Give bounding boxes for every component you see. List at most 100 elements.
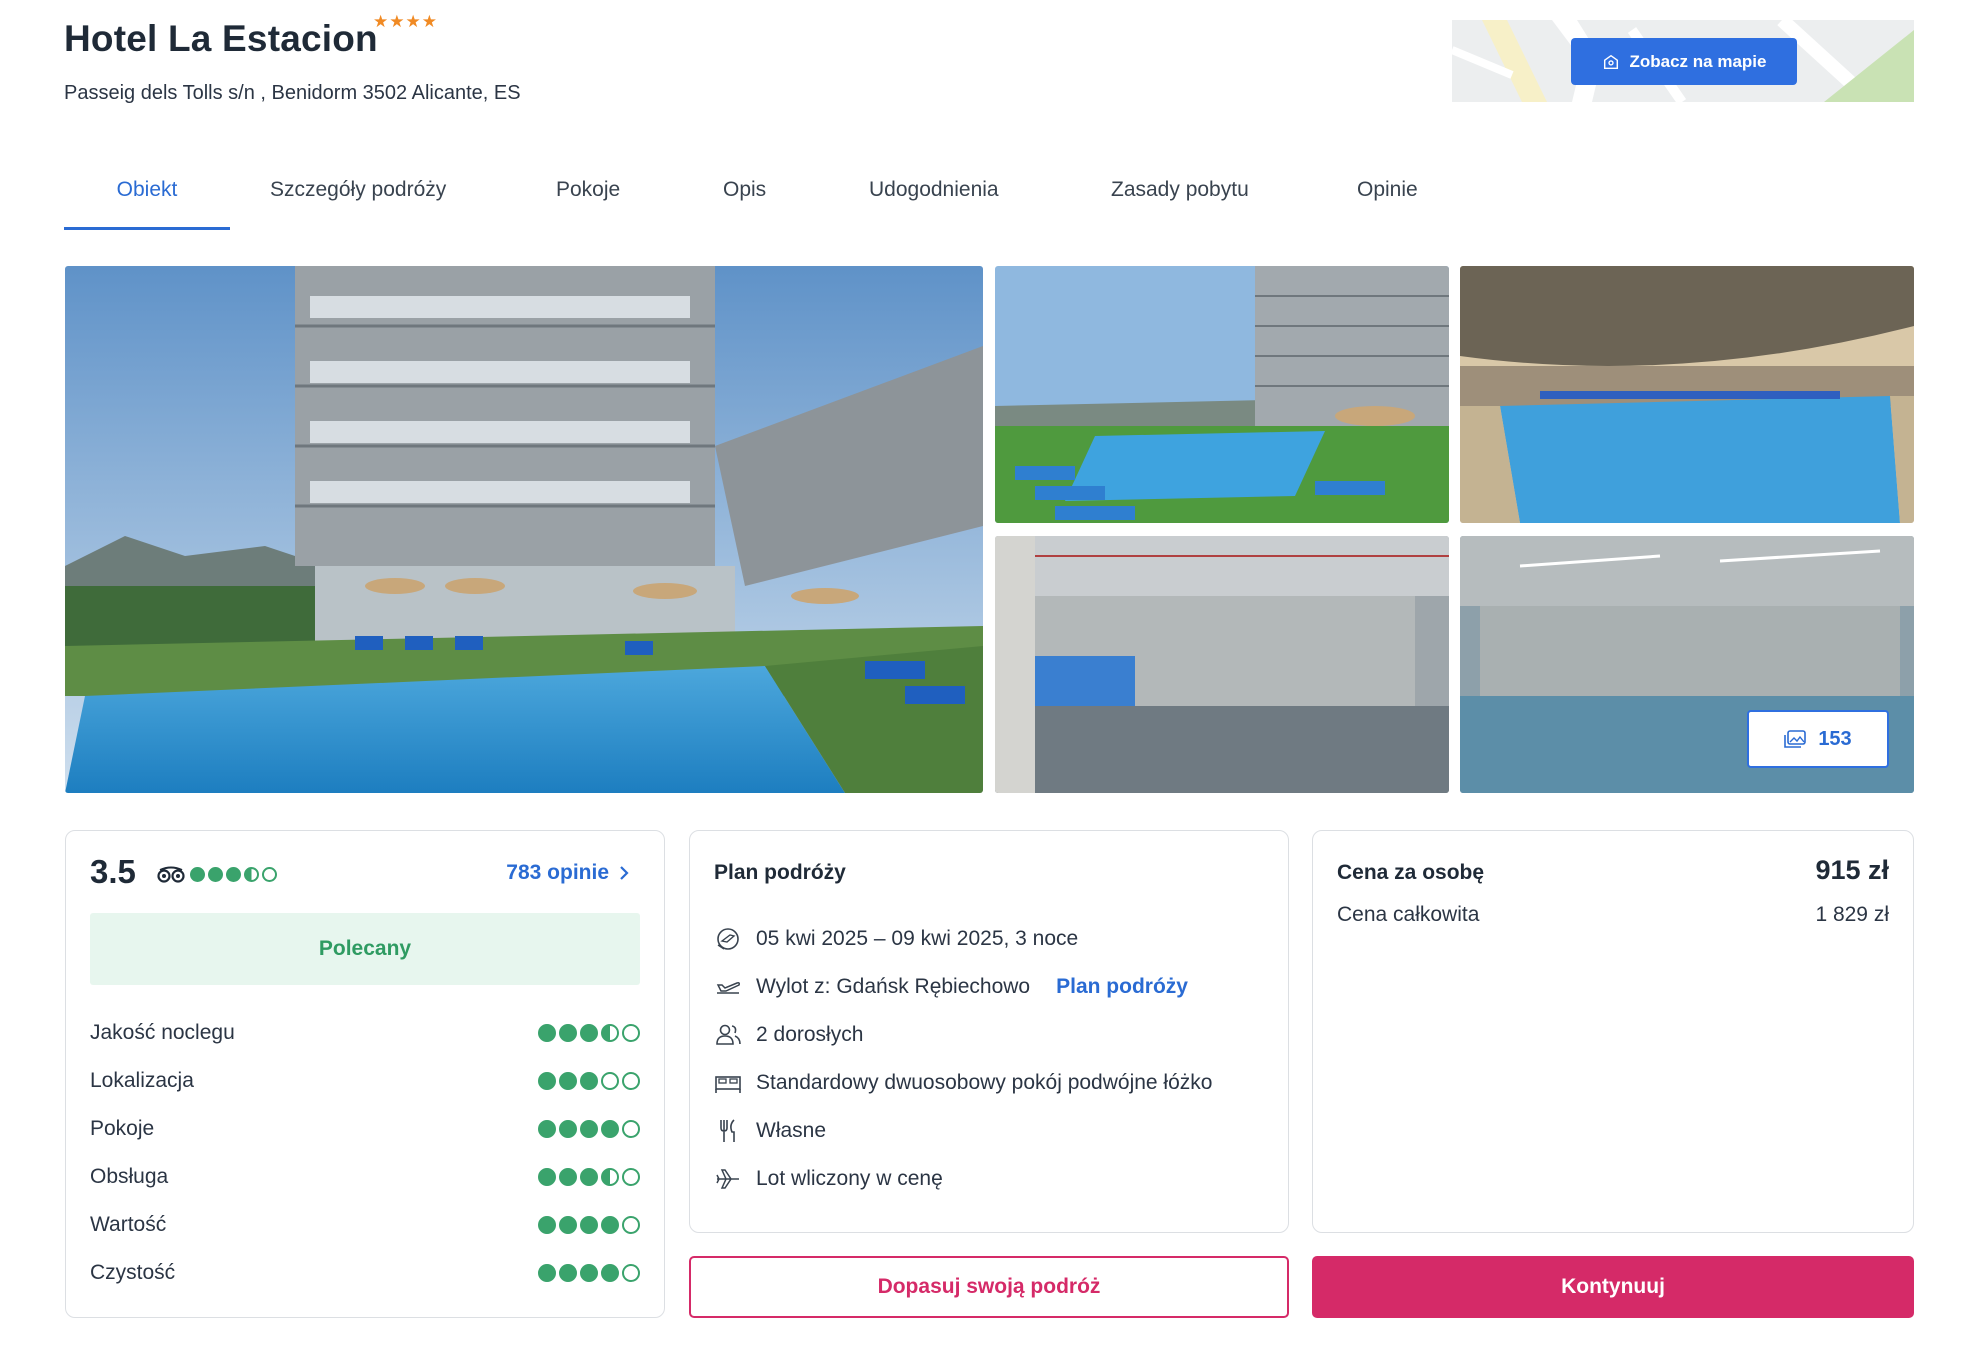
rating-bubble: [262, 867, 277, 882]
rating-row-label: Pokoje: [90, 1117, 155, 1140]
rating-row: Jakość noclegu: [90, 1009, 640, 1057]
tab-udogodnienia[interactable]: Udogodnienia: [869, 160, 1014, 230]
trip-departure: Wylot z: Gdańsk Rębiechowo Plan podróży: [714, 963, 1212, 1011]
rating-bubble: [622, 1072, 640, 1090]
rating-row: Obsługa: [90, 1153, 640, 1201]
price-per-person: 915 zł: [1815, 855, 1889, 885]
tab-zasady-pobytu[interactable]: Zasady pobytu: [1111, 160, 1261, 230]
rating-bubble: [580, 1264, 598, 1282]
hotel-address: Passeig dels Tolls s/n , Benidorm 3502 A…: [64, 82, 521, 104]
rating-row-label: Wartość: [90, 1213, 167, 1236]
photo-count: 153: [1818, 727, 1852, 750]
rating-bubble: [601, 1264, 619, 1282]
calendar-plane-icon: [717, 928, 739, 950]
tab-obiekt[interactable]: Obiekt: [64, 160, 230, 230]
tripadvisor-icon: [157, 866, 185, 883]
tab-opinie[interactable]: Opinie: [1357, 160, 1427, 230]
trip-dates: 05 kwi 2025 – 09 kwi 2025, 3 noce: [714, 915, 1212, 963]
price-total-label: Cena całkowita: [1337, 903, 1480, 926]
map-pin-icon: [1603, 54, 1618, 69]
gallery-photo-garage-1[interactable]: [995, 536, 1449, 793]
rating-bubbles: [190, 867, 277, 882]
price-total: 1 829 zł: [1815, 903, 1889, 926]
rating-bubble: [538, 1024, 556, 1042]
hotel-title: Hotel La Estacion: [64, 18, 378, 59]
customize-trip-button[interactable]: Dopasuj swoją podróż: [689, 1256, 1289, 1318]
rating-bubble: [559, 1264, 577, 1282]
trip-dates-text: 05 kwi 2025 – 09 kwi 2025, 3 noce: [756, 927, 1079, 950]
rating-bubble: [538, 1216, 556, 1234]
trip-plan-title: Plan podróży: [714, 861, 846, 884]
rating-categories: Jakość noclegu Lokalizacja Pokoje Obsług…: [90, 1009, 640, 1297]
plane-icon: [716, 1169, 739, 1189]
rating-row-label: Obsługa: [90, 1165, 169, 1188]
rating-bubble: [601, 1216, 619, 1234]
rating-card: 3.5 783 opinie Polecany Jakość noclegu L…: [65, 830, 665, 1318]
rating-bubble: [559, 1120, 577, 1138]
rating-bubble: [601, 1072, 619, 1090]
rating-bubble: [601, 1120, 619, 1138]
rating-bubble: [580, 1216, 598, 1234]
trip-flight: Lot wliczony w cenę: [714, 1155, 1212, 1203]
rating-row-bubbles: [538, 1072, 640, 1090]
reviews-link-label: 783 opinie: [506, 861, 609, 884]
rating-bubble: [226, 867, 241, 882]
chevron-right-icon: [620, 866, 629, 880]
continue-button[interactable]: Kontynuuj: [1312, 1256, 1914, 1318]
rating-bubble: [538, 1120, 556, 1138]
rating-row: Pokoje: [90, 1105, 640, 1153]
rating-bubble: [622, 1120, 640, 1138]
rating-row-bubbles: [538, 1216, 640, 1234]
rating-bubble: [580, 1120, 598, 1138]
trip-room: Standardowy dwuosobowy pokój podwójne łó…: [714, 1059, 1212, 1107]
section-tabs: Obiekt Szczegóły podróży Pokoje Opis Udo…: [64, 160, 1427, 230]
rating-bubble: [580, 1024, 598, 1042]
rating-row-label: Jakość noclegu: [90, 1021, 235, 1044]
trip-travelers-text: 2 dorosłych: [756, 1023, 864, 1046]
rating-bubble: [559, 1216, 577, 1234]
rating-row-label: Czystość: [90, 1261, 176, 1284]
rating-row: Czystość: [90, 1249, 640, 1297]
tab-szczegoly-podrozy[interactable]: Szczegóły podróży: [270, 160, 460, 230]
rating-bubble: [622, 1168, 640, 1186]
bed-icon: [715, 1076, 741, 1093]
show-on-map-button[interactable]: Zobacz na mapie: [1571, 38, 1797, 85]
rating-bubble: [622, 1216, 640, 1234]
rating-bubble: [580, 1072, 598, 1090]
rating-bubble: [538, 1168, 556, 1186]
rating-bubble: [622, 1264, 640, 1282]
rating-bubble: [580, 1168, 598, 1186]
images-icon: [1784, 730, 1807, 748]
trip-board: Własne: [714, 1107, 1212, 1155]
gallery-main-photo[interactable]: [65, 266, 983, 793]
rating-row-bubbles: [538, 1024, 640, 1042]
trip-flight-text: Lot wliczony w cenę: [756, 1167, 943, 1190]
price-card: Cena za osobę 915 zł Cena całkowita 1 82…: [1312, 830, 1914, 1233]
rating-bubble: [601, 1024, 619, 1042]
price-per-person-label: Cena za osobę: [1337, 861, 1485, 884]
reviews-link[interactable]: 783 opinie: [506, 861, 629, 885]
gallery-photo-pool-tower[interactable]: [995, 266, 1449, 523]
tab-opis[interactable]: Opis: [723, 160, 773, 230]
rating-bubble: [559, 1072, 577, 1090]
gallery-photo-covered-pool[interactable]: [1460, 266, 1914, 523]
trip-plan-card: Plan podróży 05 kwi 2025 – 09 kwi 2025, …: [689, 830, 1289, 1233]
trip-plan-link[interactable]: Plan podróży: [1056, 975, 1188, 999]
tab-pokoje[interactable]: Pokoje: [556, 160, 626, 230]
trip-board-text: Własne: [756, 1119, 827, 1142]
rating-bubble: [622, 1024, 640, 1042]
hotel-stars: ★★★★: [373, 12, 438, 31]
rating-bubble: [244, 867, 259, 882]
rating-row-bubbles: [538, 1120, 640, 1138]
rating-bubble: [208, 867, 223, 882]
recommended-badge: Polecany: [90, 913, 640, 985]
trip-room-text: Standardowy dwuosobowy pokój podwójne łó…: [756, 1071, 1213, 1094]
rating-row: Wartość: [90, 1201, 640, 1249]
users-icon: [716, 1024, 741, 1045]
rating-row: Lokalizacja: [90, 1057, 640, 1105]
fork-knife-icon: [720, 1119, 735, 1142]
photo-count-button[interactable]: 153: [1747, 710, 1889, 768]
rating-score: 3.5: [90, 853, 136, 890]
rating-row-bubbles: [538, 1264, 640, 1282]
rating-row-bubbles: [538, 1168, 640, 1186]
